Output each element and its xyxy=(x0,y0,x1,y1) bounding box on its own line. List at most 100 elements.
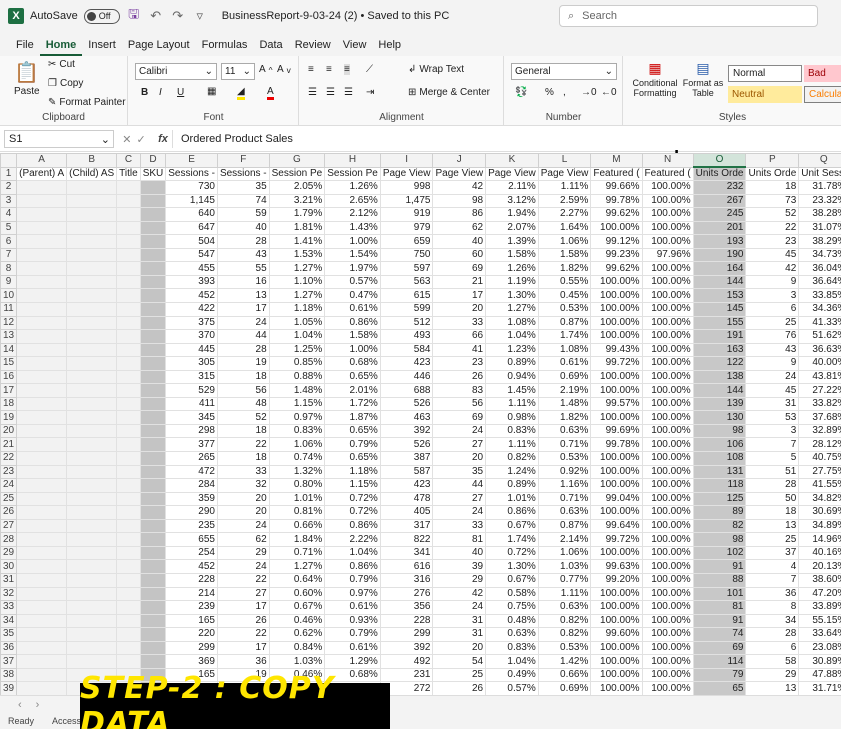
data-cell[interactable]: 0.68% xyxy=(324,356,381,371)
redacted-cell[interactable] xyxy=(116,247,141,263)
data-cell[interactable]: 2.12% xyxy=(324,207,381,222)
data-cell[interactable]: 155 xyxy=(692,315,747,331)
data-cell[interactable]: 0.61% xyxy=(537,356,592,371)
redacted-cell[interactable] xyxy=(139,572,167,588)
data-cell[interactable]: 25 xyxy=(745,532,800,547)
redacted-cell[interactable] xyxy=(139,247,167,263)
data-cell[interactable]: 615 xyxy=(379,288,434,303)
redacted-cell[interactable] xyxy=(66,288,118,303)
redacted-cell[interactable] xyxy=(139,640,167,656)
redacted-cell[interactable] xyxy=(16,478,68,493)
row-header[interactable]: 10 xyxy=(0,288,18,303)
row-header[interactable]: 34 xyxy=(0,613,18,629)
increase-decimal-icon[interactable]: →0 xyxy=(581,87,597,98)
data-cell[interactable]: 100.00% xyxy=(641,491,694,507)
data-cell[interactable]: 100.00% xyxy=(641,369,694,385)
row-header[interactable]: 2 xyxy=(0,180,18,195)
redacted-cell[interactable] xyxy=(139,220,167,236)
data-cell[interactable]: 27 xyxy=(432,491,487,507)
column-header-g[interactable]: G xyxy=(268,153,326,168)
align-left-icon[interactable]: ☰ xyxy=(308,87,317,98)
redacted-cell[interactable] xyxy=(66,315,118,331)
data-cell[interactable]: 34.36% xyxy=(798,302,841,317)
align-top-icon[interactable]: ≡ xyxy=(308,64,314,75)
row-header[interactable]: 5 xyxy=(0,220,18,236)
redacted-cell[interactable] xyxy=(116,572,141,588)
data-cell[interactable]: 276 xyxy=(379,586,434,602)
redacted-cell[interactable] xyxy=(66,396,118,412)
data-cell[interactable]: 66 xyxy=(432,329,487,344)
redacted-cell[interactable] xyxy=(116,369,141,385)
data-cell[interactable]: 99.72% xyxy=(590,532,643,547)
data-cell[interactable]: 1.04% xyxy=(485,329,539,344)
redacted-cell[interactable] xyxy=(16,681,68,695)
data-cell[interactable]: 0.69% xyxy=(537,681,592,695)
data-cell[interactable]: 130 xyxy=(692,410,747,425)
data-cell[interactable]: 100.00% xyxy=(590,478,643,493)
data-cell[interactable]: 387 xyxy=(379,451,434,466)
row-header[interactable]: 36 xyxy=(0,640,18,656)
data-cell[interactable]: 100.00% xyxy=(590,302,643,317)
data-cell[interactable]: 1.58% xyxy=(324,329,381,344)
data-cell[interactable]: 42 xyxy=(432,586,487,602)
data-cell[interactable]: 0.81% xyxy=(268,505,326,520)
data-cell[interactable]: 28 xyxy=(216,342,270,358)
data-cell[interactable]: 100.00% xyxy=(641,532,694,547)
data-cell[interactable]: 0.74% xyxy=(268,451,326,466)
redacted-cell[interactable] xyxy=(139,451,167,466)
tab-help[interactable]: Help xyxy=(372,39,407,56)
data-cell[interactable]: 100.00% xyxy=(590,315,643,331)
redacted-cell[interactable] xyxy=(139,288,167,303)
redacted-cell[interactable] xyxy=(66,234,118,249)
data-cell[interactable]: 3.12% xyxy=(485,193,539,209)
data-cell[interactable]: 99.66% xyxy=(590,180,643,195)
row-header[interactable]: 12 xyxy=(0,315,18,331)
redacted-cell[interactable] xyxy=(16,356,68,371)
redacted-cell[interactable] xyxy=(66,505,118,520)
data-cell[interactable]: 37 xyxy=(745,545,800,561)
data-cell[interactable]: 584 xyxy=(379,342,434,358)
data-cell[interactable]: 27.75% xyxy=(798,464,841,480)
data-cell[interactable]: 100.00% xyxy=(641,234,694,249)
search-box[interactable]: ⌕ Search xyxy=(559,5,818,27)
data-cell[interactable]: 40 xyxy=(216,220,270,236)
data-cell[interactable]: 50 xyxy=(745,491,800,507)
redacted-cell[interactable] xyxy=(116,288,141,303)
tab-review[interactable]: Review xyxy=(289,39,337,56)
data-cell[interactable]: 1.94% xyxy=(485,207,539,222)
data-cell[interactable]: 100.00% xyxy=(641,667,694,683)
row-header[interactable]: 13 xyxy=(0,329,18,344)
data-cell[interactable]: 100.00% xyxy=(641,356,694,371)
data-cell[interactable]: 220 xyxy=(165,627,218,642)
data-cell[interactable]: 377 xyxy=(165,437,218,453)
redacted-cell[interactable] xyxy=(139,545,167,561)
borders-icon[interactable]: ▦ xyxy=(207,86,216,97)
data-cell[interactable]: 100.00% xyxy=(641,302,694,317)
data-cell[interactable]: 100.00% xyxy=(641,627,694,642)
undo-icon[interactable]: ↶ xyxy=(148,8,164,24)
data-cell[interactable]: 299 xyxy=(379,627,434,642)
data-cell[interactable]: 1.01% xyxy=(485,491,539,507)
redacted-cell[interactable] xyxy=(116,302,141,317)
redacted-cell[interactable] xyxy=(139,437,167,453)
data-cell[interactable]: 0.80% xyxy=(268,478,326,493)
data-cell[interactable]: 375 xyxy=(165,315,218,331)
data-cell[interactable]: 56 xyxy=(432,396,487,412)
data-cell[interactable]: 0.63% xyxy=(537,423,592,439)
data-cell[interactable]: 370 xyxy=(165,329,218,344)
data-cell[interactable]: 0.77% xyxy=(537,572,592,588)
tab-file[interactable]: File xyxy=(10,39,40,56)
data-cell[interactable]: 100.00% xyxy=(641,654,694,669)
redacted-cell[interactable] xyxy=(16,234,68,249)
data-cell[interactable]: 315 xyxy=(165,369,218,385)
data-cell[interactable]: 0.79% xyxy=(324,627,381,642)
data-cell[interactable]: 563 xyxy=(379,274,434,290)
data-cell[interactable]: 100.00% xyxy=(641,681,694,695)
data-cell[interactable]: 100.00% xyxy=(590,505,643,520)
data-cell[interactable]: 1.30% xyxy=(485,288,539,303)
data-cell[interactable]: 26 xyxy=(432,681,487,695)
row-header[interactable]: 23 xyxy=(0,464,18,480)
redacted-cell[interactable] xyxy=(116,613,141,629)
data-cell[interactable]: 1.03% xyxy=(537,559,592,574)
tab-view[interactable]: View xyxy=(337,39,373,56)
